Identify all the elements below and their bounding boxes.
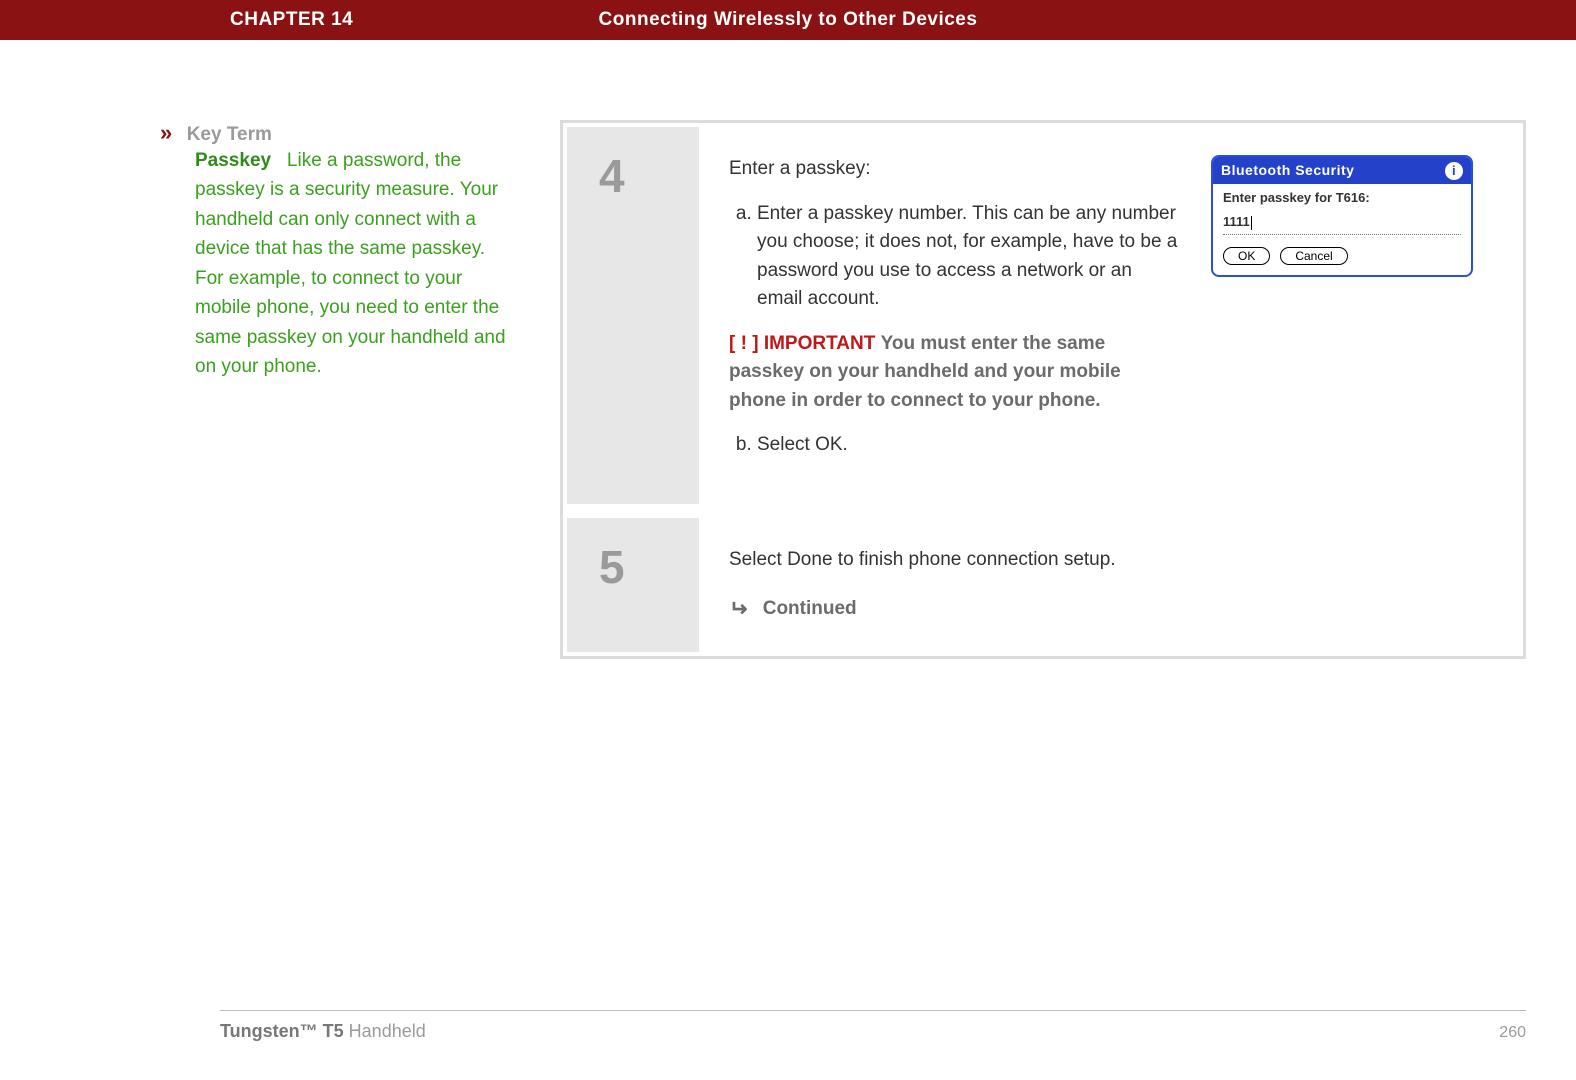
step-number-cell: 5 <box>567 518 699 652</box>
cancel-button[interactable]: Cancel <box>1280 247 1347 265</box>
step-5-text: Select Done to finish phone connection s… <box>729 546 1491 575</box>
ok-button[interactable]: OK <box>1223 247 1270 265</box>
chapter-label: CHAPTER 14 <box>230 9 353 31</box>
step-4-a: Enter a passkey number. This can be any … <box>757 200 1181 314</box>
chevrons-icon: » <box>160 120 172 145</box>
product-name-bold: Tungsten™ T5 <box>220 1021 344 1041</box>
key-term-heading: Key Term <box>187 124 272 145</box>
key-term-definition: Like a password, the passkey is a securi… <box>195 150 506 377</box>
key-term-sidebar: » Key Term Passkey Like a password, the … <box>160 120 540 382</box>
info-icon[interactable]: i <box>1445 162 1463 180</box>
step-number-cell: 4 <box>567 127 699 504</box>
dialog-prompt: Enter passkey for T616: <box>1223 190 1461 206</box>
step-5: 5 Select Done to finish phone connection… <box>567 518 1519 652</box>
dialog-title: Bluetooth Security <box>1221 160 1354 181</box>
chapter-title: Connecting Wirelessly to Other Devices <box>599 9 978 31</box>
step-5-number: 5 <box>599 541 625 593</box>
text-cursor <box>1251 216 1252 230</box>
important-label: [ ! ] IMPORTANT <box>729 333 875 354</box>
step-4-lead: Enter a passkey: <box>729 155 1181 184</box>
steps-box: 4 Enter a passkey: Enter a passkey numbe… <box>560 120 1526 659</box>
key-term-name: Passkey <box>195 150 271 171</box>
passkey-input[interactable]: 1111 <box>1223 212 1461 235</box>
continued-arrow-icon: ↵ <box>729 592 747 625</box>
page-number: 260 <box>1499 1024 1526 1042</box>
product-name-rest: Handheld <box>344 1021 426 1041</box>
header-bar: CHAPTER 14 Connecting Wirelessly to Othe… <box>0 0 1576 40</box>
bluetooth-security-dialog: Bluetooth Security i Enter passkey for T… <box>1211 155 1473 277</box>
continued-label: Continued <box>763 598 857 619</box>
step-4-b: Select OK. <box>757 431 1181 460</box>
page-footer: Tungsten™ T5 Handheld 260 <box>220 1010 1526 1042</box>
passkey-value: 1111 <box>1223 212 1250 232</box>
step-4: 4 Enter a passkey: Enter a passkey numbe… <box>567 127 1519 504</box>
step-4-number: 4 <box>599 150 625 202</box>
